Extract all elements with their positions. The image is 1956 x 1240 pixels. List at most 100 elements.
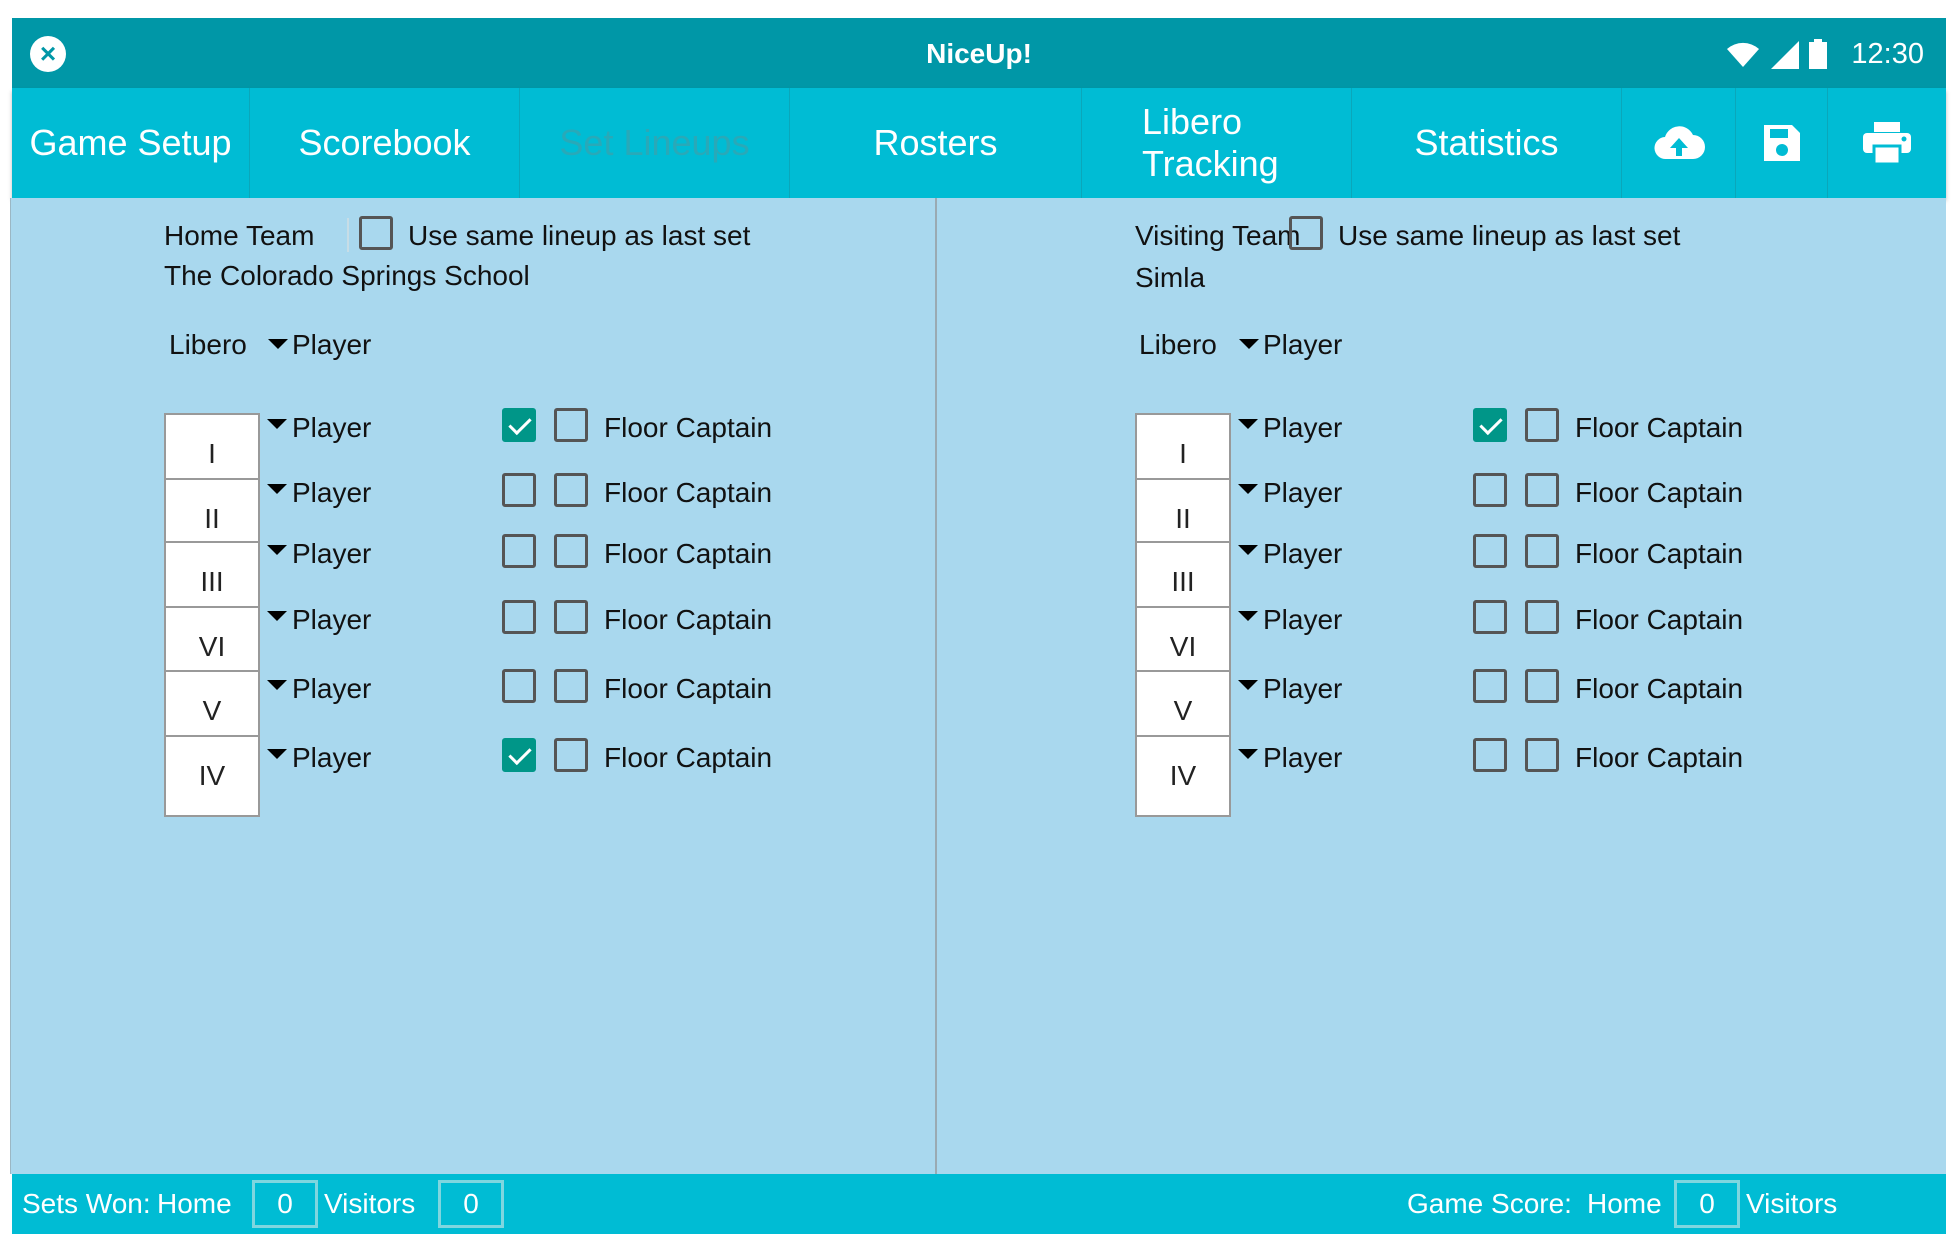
sets-home-value: 0 (252, 1180, 318, 1228)
lineup-checkbox[interactable] (502, 534, 536, 568)
home-team-name: The Colorado Springs School (164, 260, 530, 291)
signal-icon (1771, 41, 1800, 69)
floor-captain-checkbox[interactable] (1525, 473, 1559, 507)
dropdown-caret-icon[interactable] (1239, 339, 1259, 349)
player-select[interactable]: Player (1263, 742, 1342, 774)
home-same-lineup-label: Use same lineup as last set (408, 220, 751, 251)
home-team-label: Home Team (164, 220, 315, 251)
dropdown-caret-icon[interactable] (1238, 749, 1258, 759)
tab-libero-tracking-line: Libero (1142, 101, 1243, 142)
sets-won-label: Sets Won: (22, 1188, 151, 1219)
dropdown-caret-icon[interactable] (267, 484, 287, 494)
score-home-label: Home (1587, 1188, 1662, 1219)
dropdown-caret-icon[interactable] (1238, 680, 1258, 690)
tab-scorebook[interactable]: Scorebook (250, 88, 520, 198)
home-panel: Home Team Use same lineup as last set Th… (11, 198, 935, 1174)
floor-captain-label: Floor Captain (604, 477, 773, 508)
floor-captain-label: Floor Captain (1575, 477, 1744, 508)
dropdown-caret-icon[interactable] (267, 680, 287, 690)
lineup-checkbox[interactable] (1473, 738, 1507, 772)
cloud-upload-icon[interactable] (1622, 88, 1736, 198)
floor-captain-checkbox[interactable] (554, 534, 588, 568)
lineup-checkbox[interactable] (502, 669, 536, 703)
tab-game-setup[interactable]: Game Setup (12, 88, 250, 198)
tab-statistics[interactable]: Statistics (1352, 88, 1622, 198)
floor-captain-checkbox[interactable] (1525, 408, 1559, 442)
tab-libero-tracking-line: Tracking (1142, 143, 1279, 184)
dropdown-caret-icon[interactable] (267, 749, 287, 759)
floor-captain-checkbox[interactable] (554, 473, 588, 507)
player-select[interactable]: Player (292, 412, 371, 444)
dropdown-caret-icon[interactable] (1238, 419, 1258, 429)
bottom-bar: Sets Won: Home 0 Visitors 0 Game Score: … (12, 1174, 1946, 1234)
lineup-panels: Home Team Use same lineup as last set Th… (10, 198, 1946, 1174)
position-box: IV (164, 735, 260, 817)
player-select[interactable]: Player (1263, 538, 1342, 570)
score-visitors-label: Visitors (1746, 1188, 1838, 1219)
dropdown-caret-icon[interactable] (1238, 484, 1258, 494)
dropdown-caret-icon[interactable] (1238, 611, 1258, 621)
lineup-checkbox[interactable] (502, 738, 536, 772)
visitor-same-lineup-checkbox[interactable] (1289, 216, 1323, 250)
floor-captain-checkbox[interactable] (554, 669, 588, 703)
lineup-checkbox[interactable] (1473, 408, 1507, 442)
player-select[interactable]: Player (292, 477, 371, 509)
player-select[interactable]: Player (292, 538, 371, 570)
tab-set-lineups[interactable]: Set Lineups (520, 88, 790, 198)
floor-captain-label: Floor Captain (1575, 412, 1744, 443)
lineup-checkbox[interactable] (1473, 534, 1507, 568)
lineup-checkbox[interactable] (1473, 600, 1507, 634)
tab-bar: Game Setup Scorebook Set Lineups Rosters… (12, 88, 1946, 198)
floor-captain-label: Floor Captain (604, 538, 773, 569)
floor-captain-label: Floor Captain (604, 673, 773, 704)
dropdown-caret-icon[interactable] (267, 419, 287, 429)
player-select[interactable]: Player (292, 604, 371, 636)
visitor-libero-label: Libero (1139, 329, 1217, 360)
player-select[interactable]: Player (1263, 673, 1342, 705)
print-icon[interactable] (1828, 88, 1946, 198)
home-libero-label: Libero (169, 329, 247, 360)
dropdown-caret-icon[interactable] (268, 339, 288, 349)
player-select[interactable]: Player (1263, 604, 1342, 636)
lineup-checkbox[interactable] (502, 473, 536, 507)
tab-libero-tracking[interactable]: Libero Tracking (1082, 88, 1352, 198)
sets-visitors-label: Visitors (324, 1188, 416, 1219)
visitor-team-name: Simla (1135, 262, 1206, 293)
floor-captain-checkbox[interactable] (554, 600, 588, 634)
floor-captain-checkbox[interactable] (1525, 669, 1559, 703)
sets-home-label: Home (157, 1188, 232, 1219)
lineup-checkbox[interactable] (1473, 473, 1507, 507)
app-title: NiceUp! (926, 38, 1032, 69)
lineup-checkbox[interactable] (1473, 669, 1507, 703)
score-home-value: 0 (1674, 1180, 1740, 1228)
player-select[interactable]: Player (292, 673, 371, 705)
tab-rosters[interactable]: Rosters (790, 88, 1082, 198)
visitor-team-label: Visiting Team (1135, 220, 1301, 251)
floor-captain-label: Floor Captain (1575, 742, 1744, 773)
dropdown-caret-icon[interactable] (1238, 545, 1258, 555)
home-libero-player-select[interactable]: Player (292, 329, 371, 361)
lineup-checkbox[interactable] (502, 408, 536, 442)
floor-captain-checkbox[interactable] (1525, 534, 1559, 568)
floor-captain-checkbox[interactable] (1525, 738, 1559, 772)
save-icon[interactable] (1736, 88, 1828, 198)
player-select[interactable]: Player (292, 742, 371, 774)
battery-icon (1809, 39, 1828, 69)
dropdown-caret-icon[interactable] (267, 545, 287, 555)
game-score-label: Game Score: (1407, 1188, 1572, 1219)
player-select[interactable]: Player (1263, 477, 1342, 509)
sets-visitors-value: 0 (438, 1180, 504, 1228)
floor-captain-label: Floor Captain (604, 742, 773, 773)
dropdown-caret-icon[interactable] (267, 611, 287, 621)
player-select[interactable]: Player (1263, 412, 1342, 444)
status-bar: × NiceUp! 12:30 (12, 18, 1946, 88)
lineup-checkbox[interactable] (502, 600, 536, 634)
floor-captain-checkbox[interactable] (554, 408, 588, 442)
wifi-icon (1727, 42, 1760, 67)
visitor-libero-player-select[interactable]: Player (1263, 329, 1342, 361)
floor-captain-label: Floor Captain (1575, 604, 1744, 635)
visitor-same-lineup-label: Use same lineup as last set (1338, 220, 1681, 251)
floor-captain-checkbox[interactable] (1525, 600, 1559, 634)
home-same-lineup-checkbox[interactable] (359, 216, 393, 250)
floor-captain-checkbox[interactable] (554, 738, 588, 772)
